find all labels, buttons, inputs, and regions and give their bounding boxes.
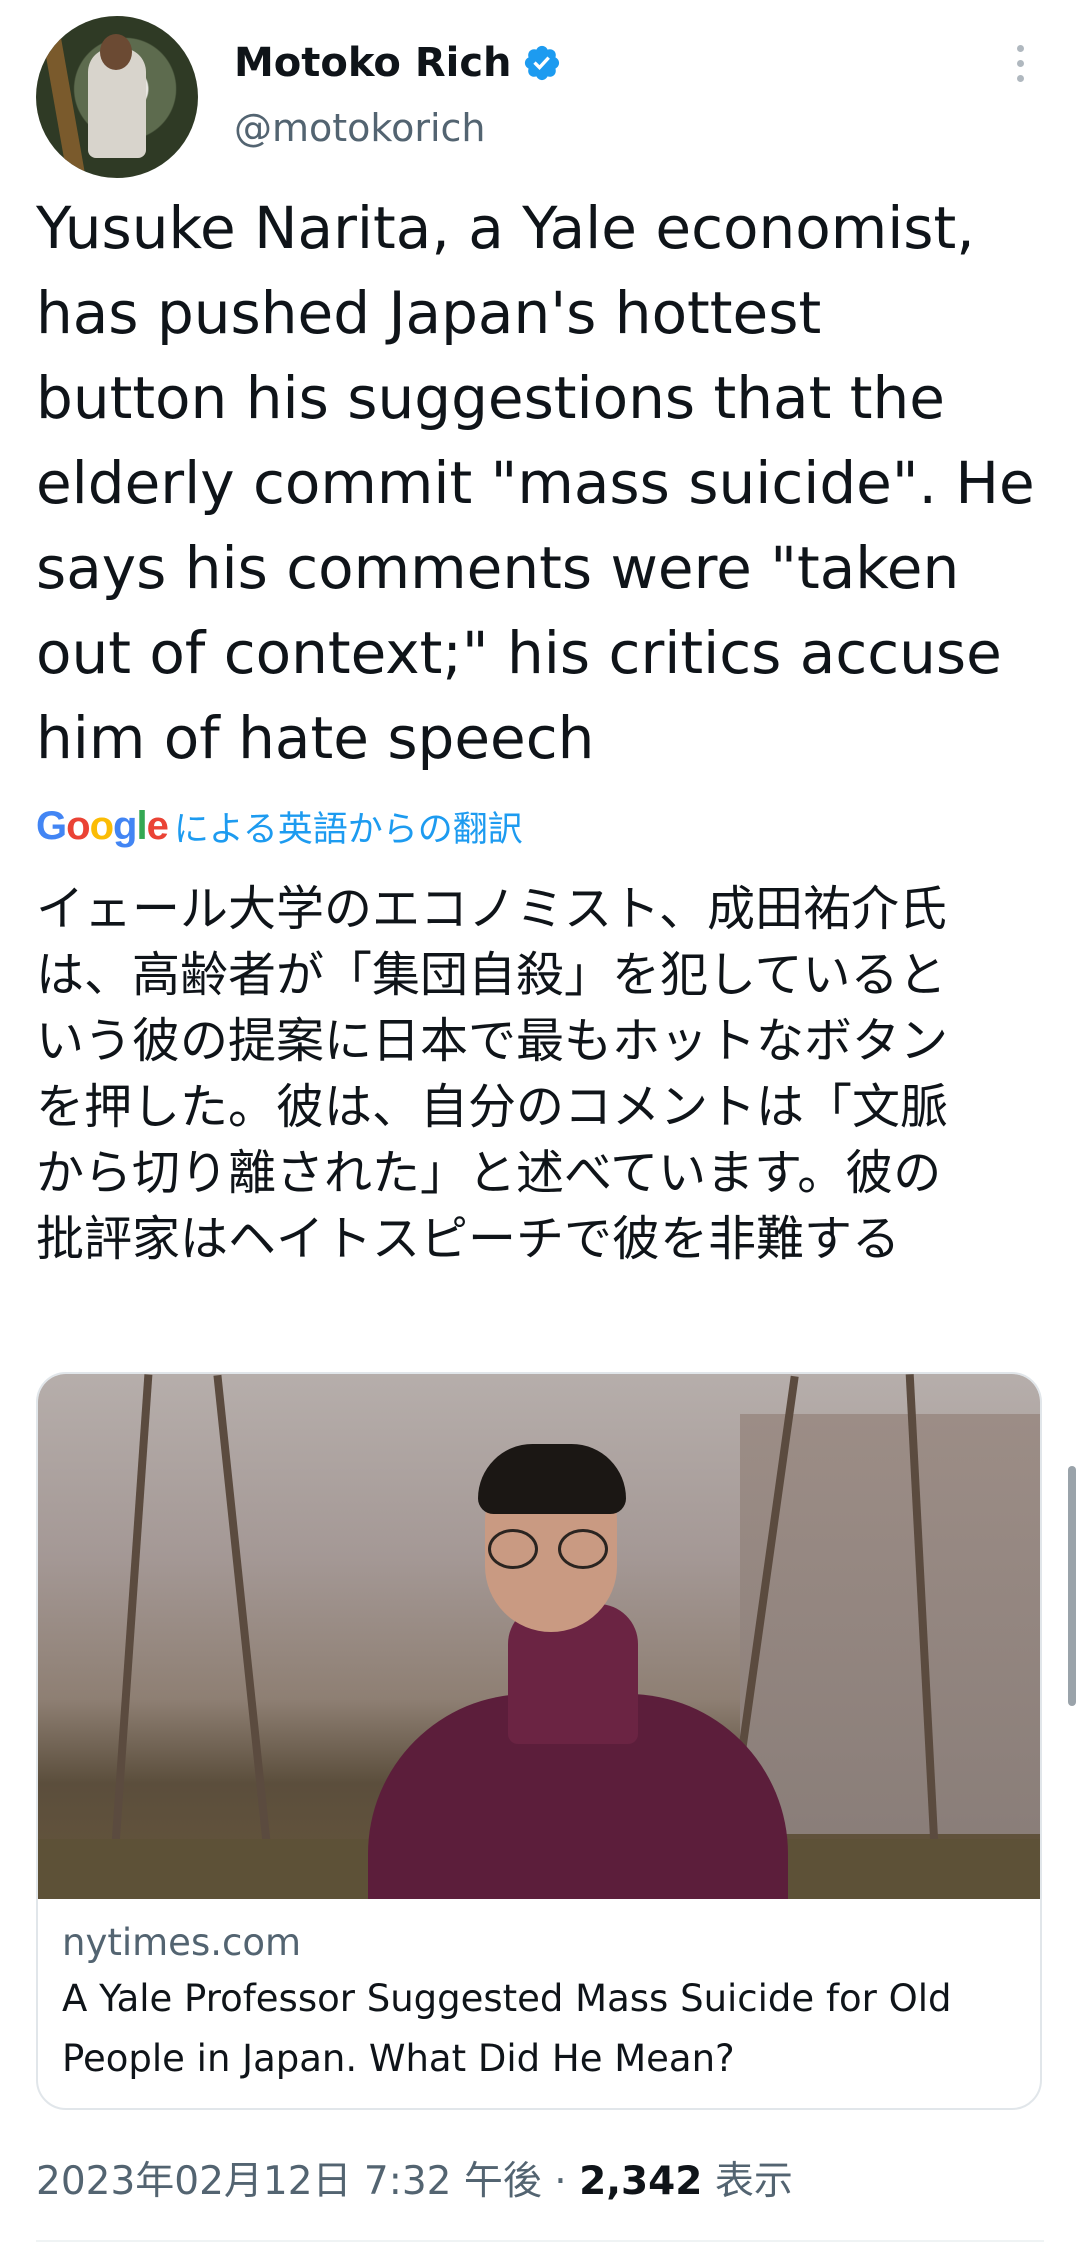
tweet-text-line: button his suggestions that the [36,364,945,432]
link-card-image[interactable] [38,1374,1040,1899]
author-name-row[interactable]: Motoko Rich [234,38,562,88]
tweet-timestamp[interactable]: 2023年02月12日 7:32 午後 · [36,2159,579,2204]
translated-text-line: から切り離された」と述べています。彼の [36,1145,942,1201]
author-handle[interactable]: @motokorich [234,106,485,150]
translated-text-line: イェール大学のエコノミスト、成田祐介氏 [36,881,948,937]
translated-text-line: を押した。彼は、自分のコメントは「文脈 [36,1079,949,1135]
link-card-domain: nytimes.com [62,1921,302,1964]
link-card[interactable]: nytimes.com A Yale Professor Suggested M… [36,1372,1042,2110]
translated-text-line: は、高齢者が「集団自殺」を犯していると [36,947,947,1003]
verified-badge-icon [524,45,559,81]
tweet-text-line: elderly commit "mass suicide". He [36,449,1035,517]
translated-text-line: いう彼の提案に日本で最もホットなボタン [36,1013,949,1069]
tweet-meta: 2023年02月12日 7:32 午後 · 2,342 表示 [36,2152,793,2212]
tweet-text: Yusuke Narita, a Yale economist, has pus… [36,186,1046,781]
views-label: 表示 [702,2159,793,2204]
author-name[interactable]: Motoko Rich [234,40,512,86]
tweet-text-line: Yusuke Narita, a Yale economist, [36,194,975,262]
link-card-title: A Yale Professor Suggested Mass Suicide … [62,1977,952,2080]
more-options-icon[interactable] [1005,40,1035,90]
google-logo: Google [36,803,169,848]
translation-attribution[interactable]: Google による英語からの翻訳 [36,800,523,852]
tweet-text-line: says his comments were "taken [36,534,960,602]
scrollbar[interactable] [1068,1466,1076,1706]
tweet-text-line: has pushed Japan's hottest [36,279,822,347]
translation-label[interactable]: による英語からの翻訳 [174,801,523,852]
tweet-text-line: out of context;" his critics accuse [36,619,1002,687]
tweet-header: Motoko Rich @motokorich [0,0,1080,180]
link-card-meta[interactable]: nytimes.com A Yale Professor Suggested M… [38,1899,1040,2089]
divider [36,2240,1044,2242]
translated-text-line: 批評家はヘイトスピーチで彼を非難する [36,1211,901,1267]
tweet-text-line: him of hate speech [36,704,595,772]
translated-text: イェール大学のエコノミスト、成田祐介氏 は、高齢者が「集団自殺」を犯していると … [36,876,1046,1272]
views-count: 2,342 [579,2159,703,2204]
author-avatar[interactable] [36,16,198,178]
